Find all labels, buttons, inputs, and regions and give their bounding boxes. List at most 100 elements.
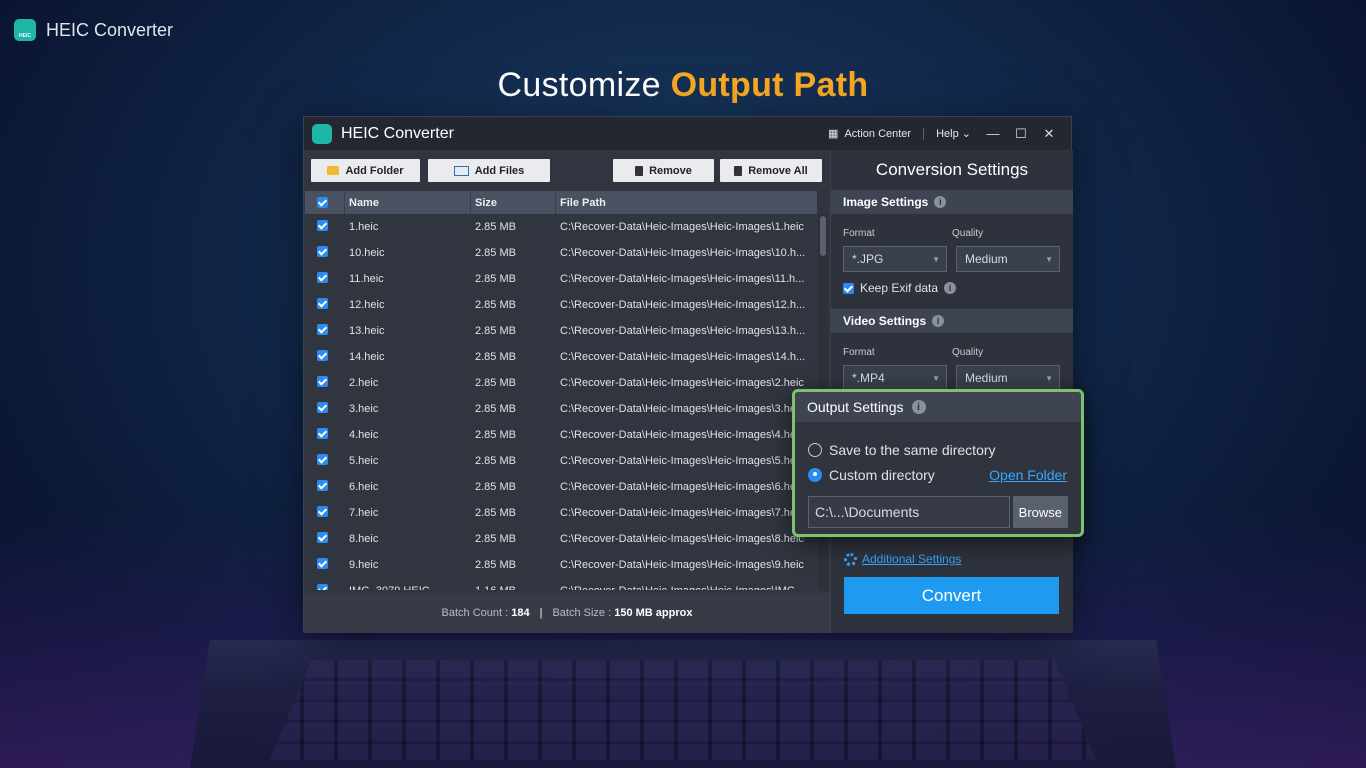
file-path: C:\Recover-Data\Heic-Images\Heic-Images\… [560,325,806,337]
output-settings-panel: Output Settings i Save to the same direc… [792,389,1084,537]
output-settings-title: Output Settings [807,399,904,415]
trash-icon [635,165,644,176]
additional-settings-link[interactable]: Additional Settings [844,552,961,566]
dropdown-arrow-icon: ▼ [1045,254,1053,264]
table-row[interactable]: 11.heic 2.85 MB C:\Recover-Data\Heic-Image… [305,266,817,292]
headline-prefix: Customize [497,66,661,104]
row-checkbox[interactable] [305,532,345,546]
file-name: 13.heic [349,325,385,337]
row-checkbox[interactable] [305,298,345,312]
batch-count-value: 184 [511,607,530,619]
row-checkbox[interactable] [305,324,345,338]
info-icon[interactable]: i [934,196,947,208]
row-checkbox[interactable] [305,454,345,468]
file-name: IMG_3079.HEIC [345,585,471,590]
info-icon[interactable]: i [932,315,945,327]
dropdown-arrow-icon: ▼ [1045,373,1053,383]
row-checkbox[interactable] [305,584,345,590]
video-quality-select[interactable]: Medium ▼ [956,365,1060,391]
image-selects: *.JPG ▼ Medium ▼ [831,239,1073,272]
remove-button[interactable]: Remove [613,159,714,182]
video-format-select[interactable]: *.MP4 ▼ [843,365,947,391]
column-file-path[interactable]: File Path [556,191,817,214]
directory-row: C:\...\Documents Browse [795,487,1081,528]
row-checkbox[interactable] [305,506,345,520]
checkbox-icon [317,246,328,257]
table-row[interactable]: 9.heic 2.85 MB C:\Recover-Data\Heic-Images… [305,552,817,578]
headline-accent: Output Path [670,66,869,104]
info-icon[interactable]: i [911,400,926,414]
file-name: 6.heic [349,481,379,493]
maximize-icon[interactable]: ☐ [1007,126,1035,142]
convert-button[interactable]: Convert [844,577,1059,614]
table-row[interactable]: 2.heic 2.85 MB C:\Recover-Data\Heic-Images… [305,370,817,396]
file-path: C:\Recover-Data\Heic-Images\Heic-Images\… [560,507,804,519]
image-quality-select[interactable]: Medium ▼ [956,246,1060,272]
table-row[interactable]: 8.heic 2.85 MB C:\Recover-Data\Heic-Images… [305,526,817,552]
table-row[interactable]: 5.heic 2.85 MB C:\Recover-Data\Heic-Images… [305,448,817,474]
same-directory-option[interactable]: Save to the same directory [795,437,1081,462]
output-settings-header: Output Settings i [795,392,1081,422]
open-folder-link[interactable]: Open Folder [989,467,1067,483]
row-checkbox[interactable] [305,480,345,494]
minimize-icon[interactable]: — [979,126,1007,141]
row-checkbox[interactable] [305,428,345,442]
toolbar: Add Folder Add Files Remove Remove All [304,150,830,191]
custom-directory-option[interactable]: Custom directory Open Folder [795,462,1081,487]
table-row[interactable]: 12.heic 2.85 MB C:\Recover-Data\Heic-Image… [305,292,817,318]
column-size[interactable]: Size [471,191,556,214]
video-selects: *.MP4 ▼ Medium ▼ [831,358,1073,391]
settings-title: Conversion Settings [875,160,1029,179]
action-center-icon: ▦ [828,128,839,140]
custom-directory-label: Custom directory [829,466,935,483]
table-row[interactable]: 1.heic 2.85 MB C:\Recover-Data\Heic-Images… [305,214,817,240]
keep-exif-label: Keep Exif data [860,281,939,295]
table-row[interactable]: 14.heic 2.85 MB C:\Recover-Data\Heic-Image… [305,344,817,370]
table-row[interactable]: 6.heic 2.85 MB C:\Recover-Data\Heic-Images… [305,474,817,500]
row-checkbox[interactable] [305,246,345,260]
trash-icon [734,165,743,176]
column-name[interactable]: Name [345,191,471,214]
table-row[interactable]: 10.heic 2.85 MB C:\Recover-Data\Heic-Image… [305,240,817,266]
brand: HEIC HEIC Converter [14,19,173,41]
table-row[interactable]: IMG_3079.HEIC1.16 MBC:\Recover-Data\Heic… [305,578,817,590]
checkbox-icon [317,506,328,517]
file-name: 11.heic [349,273,384,285]
logo-text: HEIC [19,33,31,39]
help-menu[interactable]: Help ⌄ [936,127,971,140]
browse-button[interactable]: Browse [1012,496,1068,528]
row-checkbox[interactable] [305,350,345,364]
action-center-button[interactable]: ▦ Action Center [828,127,911,141]
checkbox-icon [317,428,328,439]
row-checkbox[interactable] [305,220,345,234]
dropdown-arrow-icon: ▼ [932,373,940,383]
checkbox-icon [317,350,328,361]
checkbox-icon [843,282,854,294]
file-name: 4.heic [349,429,379,441]
chevron-down-icon: ⌄ [961,128,971,140]
row-checkbox[interactable] [305,402,345,416]
image-field-labels: Format Quality [831,214,1073,239]
file-size: 2.85 MB [475,559,516,571]
table-row[interactable]: 3.heic 2.85 MB C:\Recover-Data\Heic-Images… [305,396,817,422]
add-folder-button[interactable]: Add Folder [311,159,420,182]
close-icon[interactable]: ✕ [1035,126,1063,142]
keep-exif-checkbox[interactable]: Keep Exif data i [831,272,1073,295]
file-path: C:\Recover-Data\Heic-Images\Heic-Images\… [560,351,806,363]
row-checkbox[interactable] [305,558,345,572]
remove-all-button[interactable]: Remove All [720,159,822,182]
select-all-checkbox[interactable] [305,191,345,214]
table-row[interactable]: 7.heic 2.85 MB C:\Recover-Data\Heic-Images… [305,500,817,526]
directory-input[interactable]: C:\...\Documents [808,496,1010,528]
row-checkbox[interactable] [305,376,345,390]
scrollbar-thumb[interactable] [820,216,826,256]
table-row[interactable]: 13.heic 2.85 MB C:\Recover-Data\Heic-Image… [305,318,817,344]
row-checkbox[interactable] [305,272,345,286]
image-format-select[interactable]: *.JPG ▼ [843,246,947,272]
file-size: 2.85 MB [475,429,516,441]
checkbox-icon [317,532,328,543]
table-row[interactable]: 4.heic 2.85 MB C:\Recover-Data\Heic-Images… [305,422,817,448]
image-settings-title: Image Settings [843,195,929,209]
info-icon[interactable]: i [944,282,957,294]
add-files-button[interactable]: Add Files [428,159,550,182]
